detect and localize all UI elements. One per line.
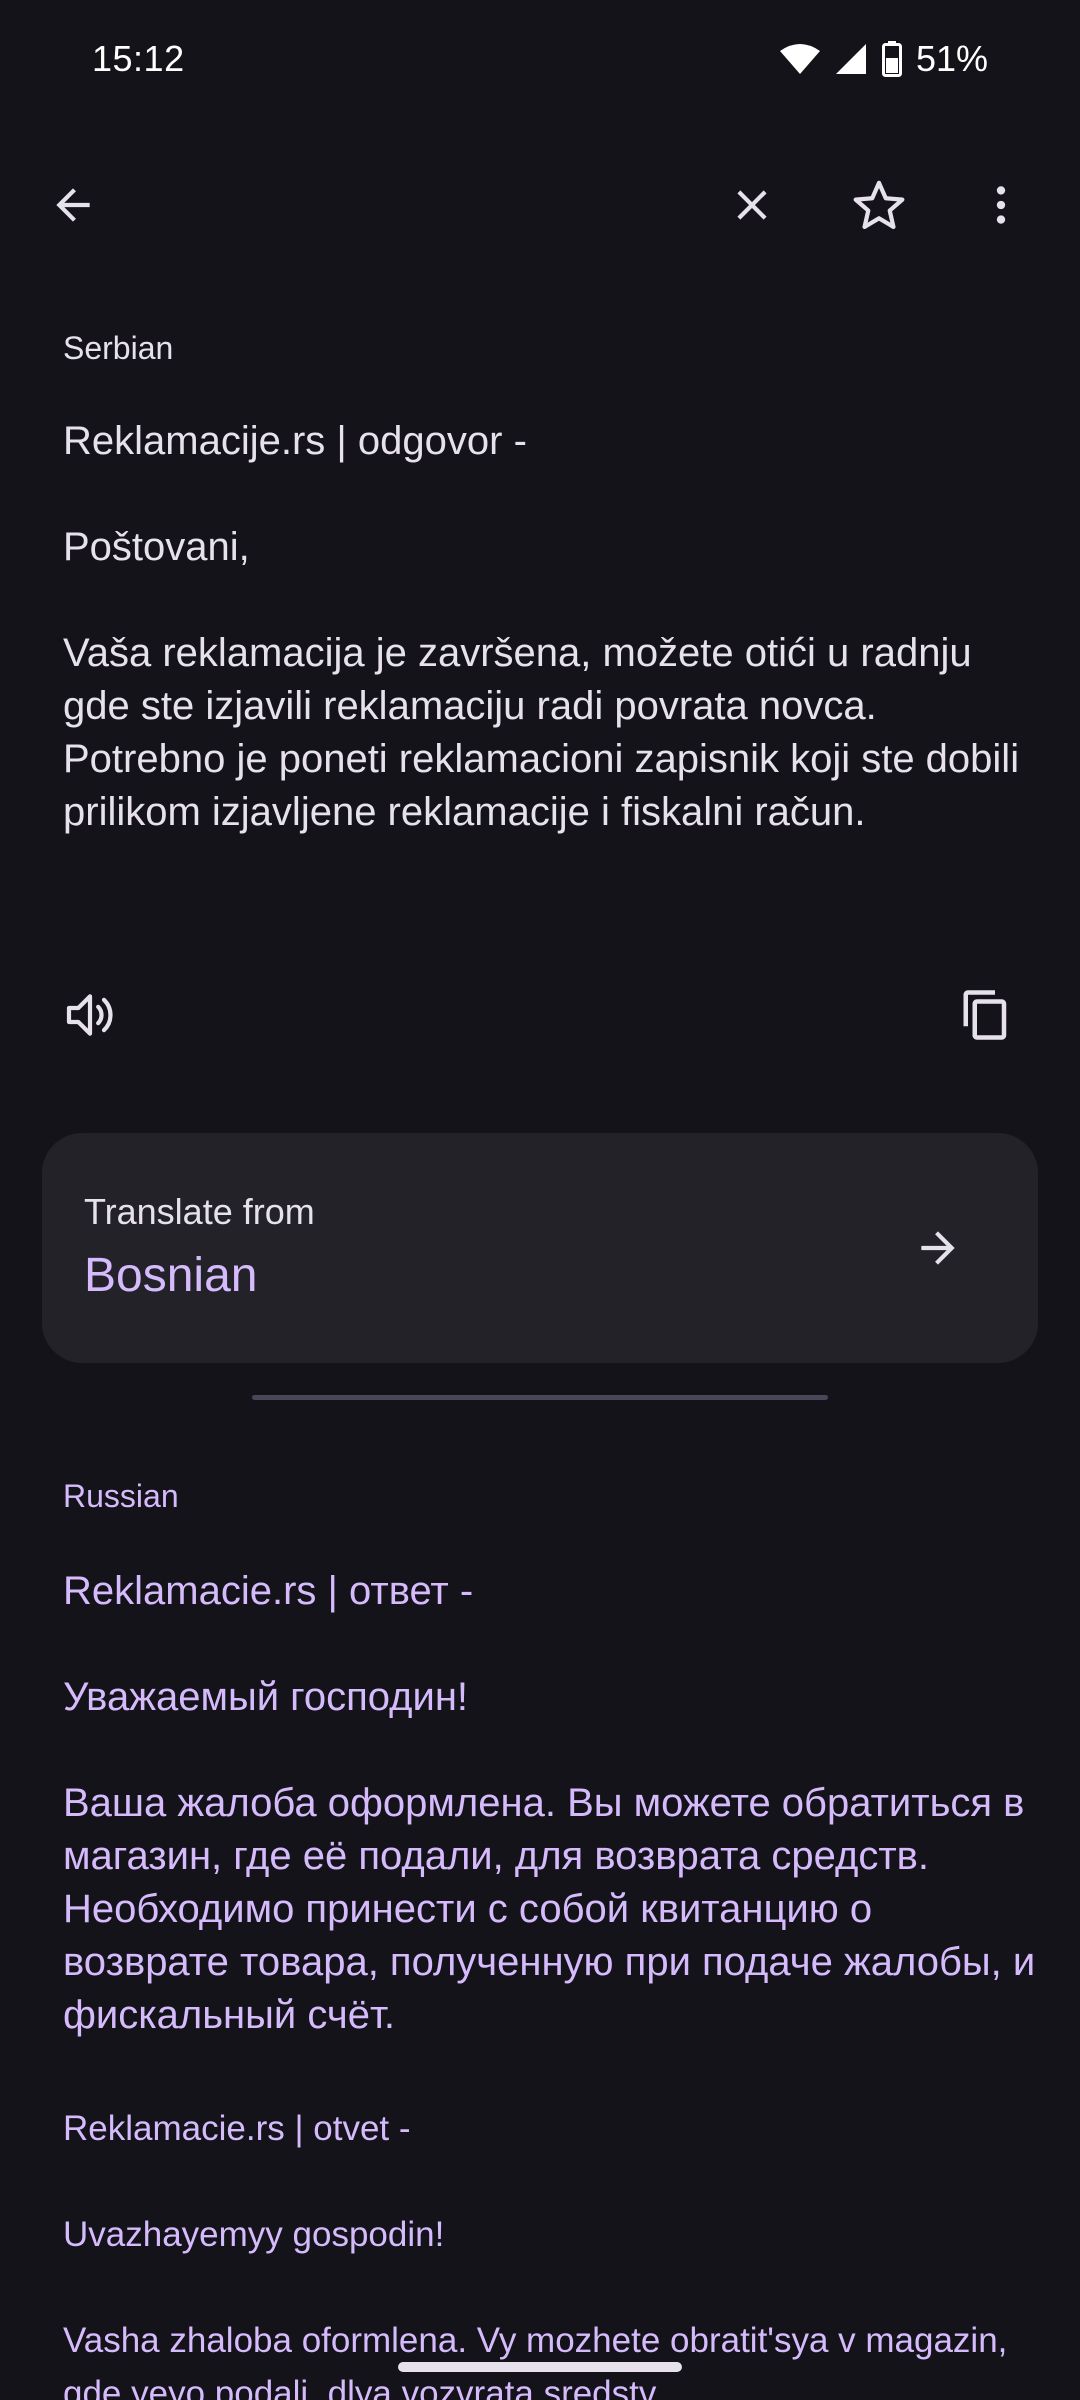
cell-signal-icon <box>834 42 868 76</box>
battery-icon <box>881 41 902 77</box>
translate-screen: 15:12 51% Serbian Reklamacije.rs | odgov… <box>0 0 1080 2400</box>
forward-arrow-icon <box>921 1231 955 1265</box>
translated-text[interactable]: Reklamacie.rs | ответ - Уважаемый господ… <box>63 1565 1043 2042</box>
clear-button[interactable] <box>702 155 802 255</box>
back-button[interactable] <box>23 155 123 255</box>
status-time: 15:12 <box>92 38 185 79</box>
status-icons: 51% <box>779 38 988 80</box>
copy-button[interactable] <box>936 965 1036 1065</box>
more-options-button[interactable] <box>951 155 1051 255</box>
listen-button[interactable] <box>40 965 140 1065</box>
translate-from-title: Translate from <box>84 1191 315 1232</box>
star-icon <box>853 180 905 230</box>
more-vert-icon <box>996 186 1006 224</box>
transliteration-text: Reklamacie.rs | otvet - Uvazhayemyy gosp… <box>63 2109 1008 2400</box>
wifi-icon <box>779 43 820 75</box>
source-text[interactable]: Reklamacije.rs | odgovor - Poštovani, Va… <box>63 415 1043 839</box>
save-star-button[interactable] <box>829 155 929 255</box>
home-indicator[interactable] <box>398 2362 682 2372</box>
target-language-label: Russian <box>63 1478 179 1514</box>
source-language-label: Serbian <box>63 330 174 366</box>
speaker-icon <box>66 994 113 1036</box>
drag-handle[interactable] <box>252 1395 828 1400</box>
back-arrow-icon <box>56 188 90 222</box>
translate-from-language: Bosnian <box>84 1249 258 1302</box>
copy-icon <box>963 990 1007 1040</box>
translate-from-card[interactable]: Translate from Bosnian <box>42 1133 1038 1363</box>
status-bar: 15:12 51% <box>0 0 1080 120</box>
top-app-bar <box>0 140 1080 270</box>
battery-percent: 51% <box>915 38 988 79</box>
close-icon <box>737 190 767 220</box>
translate-from-arrow-button[interactable] <box>888 1198 988 1298</box>
